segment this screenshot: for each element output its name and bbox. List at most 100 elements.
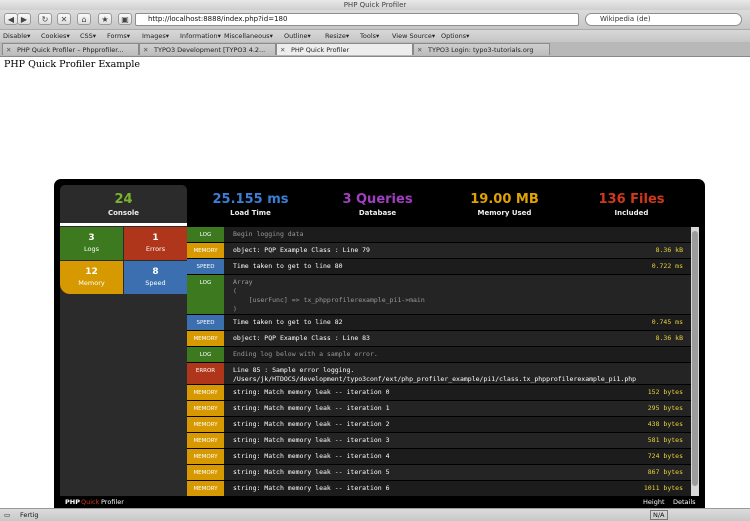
row-message: string: Match memory leak -- iteration 3 [233,436,390,444]
console-row: MEMORY object: PQP Example Class : Line 7… [187,243,691,259]
console-row: MEMORY string: Match memory leak -- itera… [187,417,691,433]
forward-icon: ▶ [20,15,28,24]
home-icon: ⌂ [81,15,87,24]
stat-included-value: 136 Files [598,192,665,207]
bookmark-button[interactable]: ★ [98,13,112,25]
row-value: 438 bytes [647,420,683,428]
row-message: string: Match memory leak -- iteration 0 [233,388,390,396]
close-icon[interactable]: ✕ [417,44,422,55]
row-message: Time taken to get to line 82 [233,318,343,326]
counter-memory[interactable]: 12 Memory [60,261,123,294]
row-message: Begin logging data [233,230,304,238]
row-value: 581 bytes [647,436,683,444]
row-type-badge: MEMORY [187,481,224,496]
bookmark-icon: ★ [101,15,109,24]
console-row: SPEED Time taken to get to line 82 0.745 m… [187,315,691,331]
row-value: 0.722 ms [651,262,683,270]
tab-typo3-login[interactable]: ✕ TYPO3 Login: typo3-tutorials.org [413,43,550,55]
row-type-badge: SPEED [187,259,224,274]
counter-errors[interactable]: 1 Errors [124,227,187,260]
developer-toolbar: Disable▾ Cookies▾ CSS▾ Forms▾ Images▾ In… [0,29,750,43]
stat-memory-used[interactable]: 19.00 MB Memory Used [441,185,568,227]
forward-button[interactable]: ▶ [17,13,31,25]
row-type-badge: MEMORY [187,417,224,432]
console-row: LOG Array ( [userFunc] => tx_phpprofilere… [187,275,691,315]
search-placeholder: Wikipedia (de) [600,15,651,23]
row-type-badge: MEMORY [187,331,224,346]
console-row: MEMORY string: Match memory leak -- itera… [187,385,691,401]
console-row: SPEED Time taken to get to line 80 0.722 m… [187,259,691,275]
row-message: string: Match memory leak -- iteration 2 [233,420,390,428]
row-message: string: Match memory leak -- iteration 5 [233,468,390,476]
stat-memory-used-value: 19.00 MB [470,192,539,207]
console-row: MEMORY string: Match memory leak -- itera… [187,481,691,496]
console-row: LOG Ending log below with a sample error. [187,347,691,363]
row-value: 1011 bytes [643,484,683,492]
back-button[interactable]: ◀ [4,13,18,25]
page-heading: PHP Quick Profiler Example [4,59,141,70]
row-message: string: Match memory leak -- iteration 4 [233,452,390,460]
stat-console[interactable]: 24 Console [60,185,187,227]
close-icon[interactable]: ✕ [280,44,285,55]
home-button[interactable]: ⌂ [77,13,91,25]
console-scrollbar[interactable] [691,227,699,496]
close-icon[interactable]: ✕ [143,44,148,55]
stat-database[interactable]: 3 Queries Database [314,185,441,227]
row-value: 867 bytes [647,468,683,476]
console-row: MEMORY object: PQP Example Class : Line 8… [187,331,691,347]
tab-php-quick-profiler-phpprofiler[interactable]: ✕ PHP Quick Profiler – Phpprofiler... [2,43,139,55]
na-badge: N/A [650,510,668,520]
row-value: 8.36 kB [655,334,683,342]
stat-load-time-value: 25.155 ms [212,192,289,207]
window-title: PHP Quick Profiler [343,1,407,9]
row-value: 8.36 kB [655,246,683,254]
tab-php-quick-profiler[interactable]: ✕ PHP Quick Profiler [276,43,413,55]
stat-included[interactable]: 136 Files Included [568,185,695,227]
stat-database-label: Database [358,209,397,217]
row-message: Line 85 : Sample error logging. /Users/j… [233,366,637,383]
search-input[interactable]: Wikipedia (de) [585,13,742,26]
counter-speed[interactable]: 8 Speed [124,261,187,294]
scrollbar-thumb[interactable] [692,231,698,486]
row-value: 0.745 ms [651,318,683,326]
row-type-badge: MEMORY [187,385,224,400]
profiler-panel: 24 Console 25.155 ms Load Time 3 Queries… [54,179,705,509]
row-value: 295 bytes [647,404,683,412]
stat-included-label: Included [614,209,649,217]
stat-console-label: Console [107,209,140,217]
row-message: Array ( [userFunc] => tx_phpprofilerexam… [233,278,425,313]
row-type-badge: MEMORY [187,401,224,416]
console-summary-panel: 3 Logs 1 Errors 12 Memory 8 Speed [60,227,187,496]
row-message: string: Match memory leak -- iteration 6 [233,484,390,492]
url-text: http://localhost:8888/index.php?id=180 [148,15,288,23]
row-value: 724 bytes [647,452,683,460]
active-tab-indicator [60,223,187,226]
counter-logs[interactable]: 3 Logs [60,227,123,260]
row-type-badge: ERROR [187,363,224,384]
reload-button[interactable]: ↻ [38,13,52,25]
stop-icon: ✕ [60,15,68,24]
status-bar: ▭ Fertig N/A [0,508,750,521]
back-icon: ◀ [7,15,15,24]
row-message: object: PQP Example Class : Line 79 [233,246,370,254]
row-type-badge: LOG [187,275,224,314]
stat-console-value: 24 [114,192,133,207]
stat-load-time[interactable]: 25.155 ms Load Time [187,185,314,227]
url-input[interactable]: http://localhost:8888/index.php?id=180 [135,13,579,26]
stat-database-value: 3 Queries [342,192,413,207]
row-value: 152 bytes [647,388,683,396]
row-message: Ending log below with a sample error. [233,350,378,358]
stop-button[interactable]: ✕ [57,13,71,25]
close-icon[interactable]: ✕ [6,44,11,55]
stat-memory-used-label: Memory Used [477,209,532,217]
tab-typo3-development[interactable]: ✕ TYPO3 Development [TYPO3 4.2... [139,43,276,55]
row-type-badge: MEMORY [187,449,224,464]
reload-icon: ↻ [41,15,49,24]
stat-load-time-label: Load Time [230,209,271,217]
row-type-badge: LOG [187,347,224,362]
screen-button[interactable]: ▣ [118,13,132,25]
status-text: Fertig [20,511,39,519]
console-row: ERROR Line 85 : Sample error logging. /Us… [187,363,691,385]
console-row: MEMORY string: Match memory leak -- itera… [187,401,691,417]
row-type-badge: MEMORY [187,465,224,480]
